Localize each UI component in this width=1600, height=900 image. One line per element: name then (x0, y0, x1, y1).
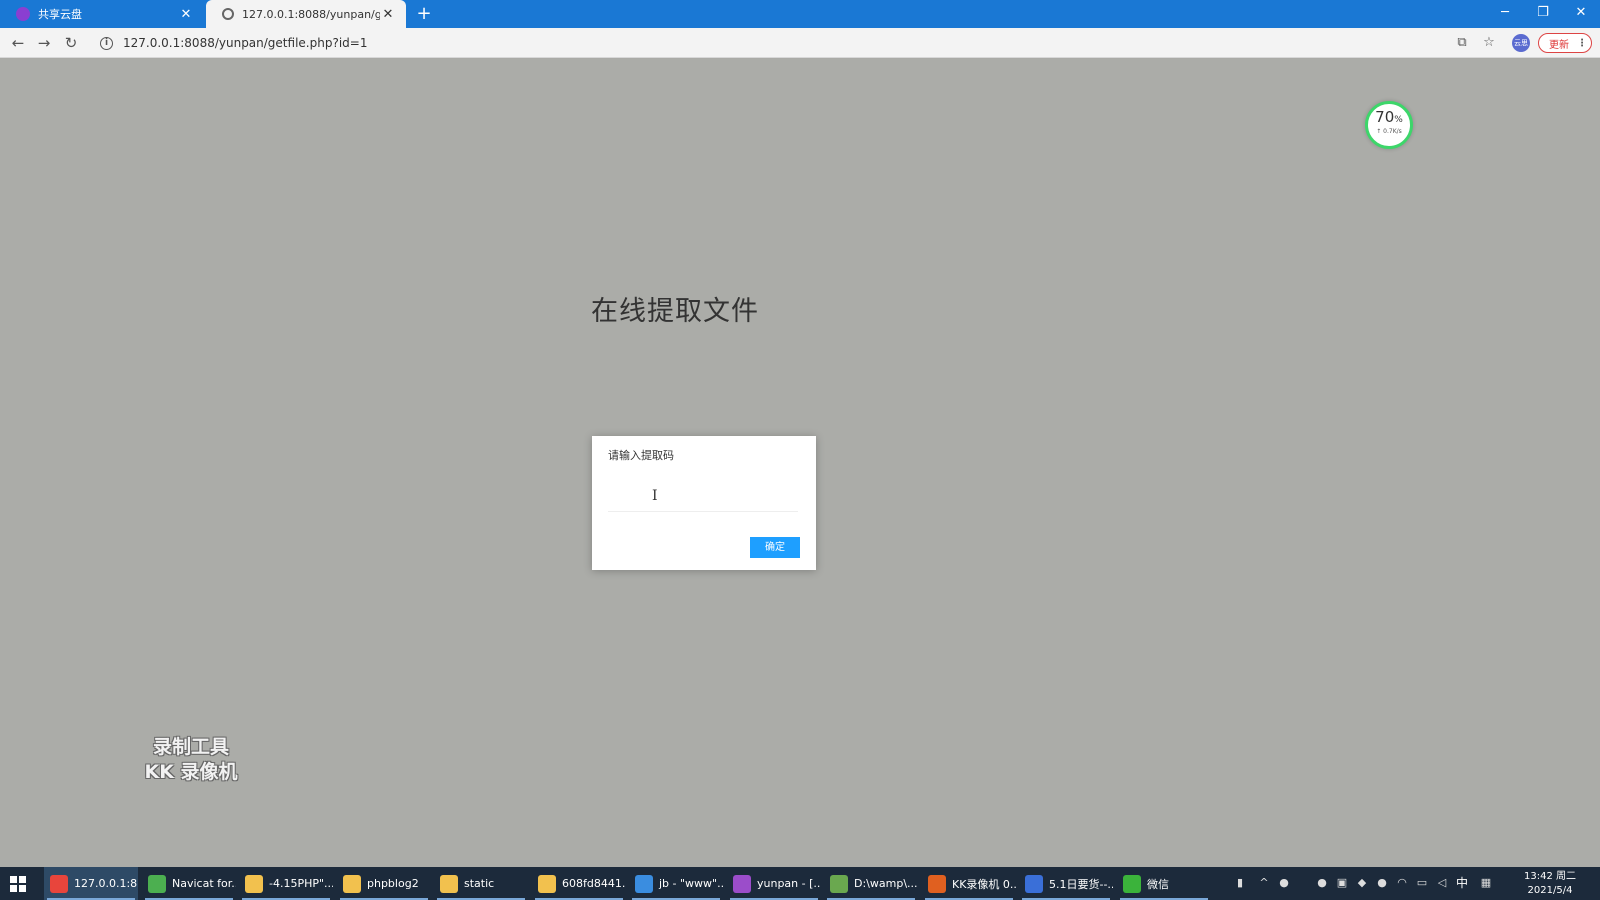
watermark-line2: KK 录像机 (144, 761, 238, 783)
globe-favicon-icon (222, 8, 234, 20)
folder-icon (440, 874, 458, 893)
restore-window-icon[interactable]: ❐ (1524, 0, 1562, 28)
clock-date: 2021/5/4 (1527, 885, 1573, 896)
close-tab-icon[interactable]: ✕ (380, 7, 396, 22)
folder-icon (245, 874, 263, 893)
vs-icon (1025, 874, 1043, 893)
tab-shared-cloud-disk[interactable]: 共享云盘 ✕ (0, 0, 204, 28)
ime-indicator[interactable]: 中 (1454, 875, 1470, 891)
kk-recorder-icon (928, 874, 946, 893)
address-url: 127.0.0.1:8088/yunpan/getfile.php?id=1 (123, 36, 368, 50)
taskbar-app-label: static (464, 877, 495, 890)
extract-code-input[interactable] (608, 480, 798, 512)
address-bar[interactable]: i 127.0.0.1:8088/yunpan/getfile.php?id=1 (92, 31, 1472, 55)
speed-percent: 70% (1375, 108, 1403, 126)
taskbar-app[interactable]: 608fd8441... (532, 867, 626, 900)
taskbar-app[interactable]: 5.1日要货--... (1019, 867, 1113, 900)
security-app-icon[interactable]: ● (1276, 875, 1292, 891)
minimize-window-icon[interactable]: ─ (1486, 0, 1524, 28)
taskbar-app-label: 127.0.0.1:8... (74, 877, 138, 890)
taskbar-app-label: Navicat for... (172, 877, 236, 890)
system-clock[interactable]: 13:42 周二 2021/5/4 (1520, 870, 1580, 898)
forward-arrow-icon[interactable]: → (34, 33, 54, 53)
network-icon[interactable]: ▭ (1414, 875, 1430, 891)
taskbar-app-label: -4.15PHP"... (269, 877, 333, 890)
site-info-icon[interactable]: i (100, 36, 113, 50)
notepad-icon (830, 874, 848, 893)
update-label: 更新 (1549, 39, 1569, 51)
windows-taskbar: 127.0.0.1:8... Navicat for... -4.15PHP"...… (0, 867, 1600, 900)
phpstorm-icon (733, 874, 751, 893)
dialog-title: 请输入提取码 (608, 449, 674, 462)
tab-title: 127.0.0.1:8088/yunpan/getfile (242, 7, 380, 21)
confirm-button[interactable]: 确定 (750, 537, 800, 558)
folder-icon (538, 874, 556, 893)
cloud-disk-favicon-icon (16, 7, 30, 21)
volume-icon[interactable]: ◁ (1434, 875, 1450, 891)
folder-icon (343, 874, 361, 893)
wechat-icon (1123, 874, 1141, 893)
tray-app-icon[interactable]: ● (1314, 875, 1330, 891)
extract-code-dialog: 请输入提取码 I 确定 (592, 436, 816, 570)
tray-wechat-icon[interactable]: ● (1374, 875, 1390, 891)
tray-shield-icon[interactable]: ◆ (1354, 875, 1370, 891)
taskbar-app[interactable]: static (434, 867, 528, 900)
tab-title: 共享云盘 (38, 8, 82, 21)
taskbar-app-label: 5.1日要货--... (1049, 877, 1113, 891)
page-title: 在线提取文件 (591, 296, 759, 327)
browser-update-button[interactable]: 更新 ⋮ (1538, 33, 1592, 53)
taskbar-app-label: jb - "www"... (659, 877, 723, 890)
taskbar-app[interactable]: 127.0.0.1:8... (44, 867, 138, 900)
back-arrow-icon[interactable]: ← (8, 33, 28, 53)
show-hidden-icons-icon[interactable]: ^ (1256, 875, 1272, 891)
keyboard-icon[interactable]: ▦ (1478, 875, 1494, 891)
clock-time: 13:42 周二 (1524, 871, 1576, 882)
recorder-watermark: 录制工具 KK 录像机 (134, 735, 248, 785)
network-speed-widget[interactable]: 70% ↑ 0.7K/s (1365, 101, 1413, 149)
close-window-icon[interactable]: ✕ (1562, 0, 1600, 28)
wifi-icon[interactable]: ◠ (1394, 875, 1410, 891)
taskbar-app-label: 微信 (1147, 877, 1169, 891)
tray-window-icon[interactable]: ▣ (1334, 875, 1350, 891)
reload-icon[interactable]: ↻ (61, 33, 81, 53)
taskbar-app[interactable]: -4.15PHP"... (239, 867, 333, 900)
taskbar-app[interactable]: D:\wamp\... (824, 867, 918, 900)
taskbar-app-label: 608fd8441... (562, 877, 626, 890)
translate-icon[interactable]: ⧉ (1453, 34, 1471, 52)
browser-toolbar: ← → ↻ i 127.0.0.1:8088/yunpan/getfile.ph… (0, 28, 1600, 58)
taskbar-app[interactable]: 微信 (1117, 867, 1211, 900)
tab-getfile[interactable]: 127.0.0.1:8088/yunpan/getfile ✕ (206, 0, 406, 28)
text-cursor-icon: I (652, 488, 658, 504)
chrome-icon (50, 874, 68, 893)
browser-tab-strip: 共享云盘 ✕ 127.0.0.1:8088/yunpan/getfile ✕ +… (0, 0, 1600, 28)
editor-icon (635, 874, 653, 893)
taskbar-app-label: phpblog2 (367, 877, 419, 890)
navicat-icon (148, 874, 166, 893)
page-content: 70% ↑ 0.7K/s 在线提取文件 请输入提取码 I 确定 录制工具 KK … (0, 59, 1600, 867)
taskbar-app[interactable]: jb - "www"... (629, 867, 723, 900)
bookmark-star-icon[interactable]: ☆ (1480, 34, 1498, 52)
taskbar-app[interactable]: KK录像机 0... (922, 867, 1016, 900)
taskbar-app[interactable]: phpblog2 (337, 867, 431, 900)
taskbar-app-label: yunpan - [... (757, 877, 821, 890)
profile-avatar[interactable]: 云思 (1512, 34, 1530, 52)
windows-start-icon[interactable] (10, 876, 26, 892)
more-menu-icon[interactable]: ⋮ (1577, 38, 1587, 49)
taskbar-app[interactable]: Navicat for... (142, 867, 236, 900)
speed-rate: ↑ 0.7K/s (1376, 128, 1402, 135)
taskbar-app-label: D:\wamp\... (854, 877, 918, 890)
battery-icon[interactable]: ▮ (1232, 875, 1248, 891)
taskbar-app[interactable]: yunpan - [... (727, 867, 821, 900)
close-tab-icon[interactable]: ✕ (178, 7, 194, 22)
watermark-line1: 录制工具 (152, 736, 229, 758)
new-tab-button[interactable]: + (414, 4, 434, 24)
taskbar-app-label: KK录像机 0... (952, 877, 1016, 891)
